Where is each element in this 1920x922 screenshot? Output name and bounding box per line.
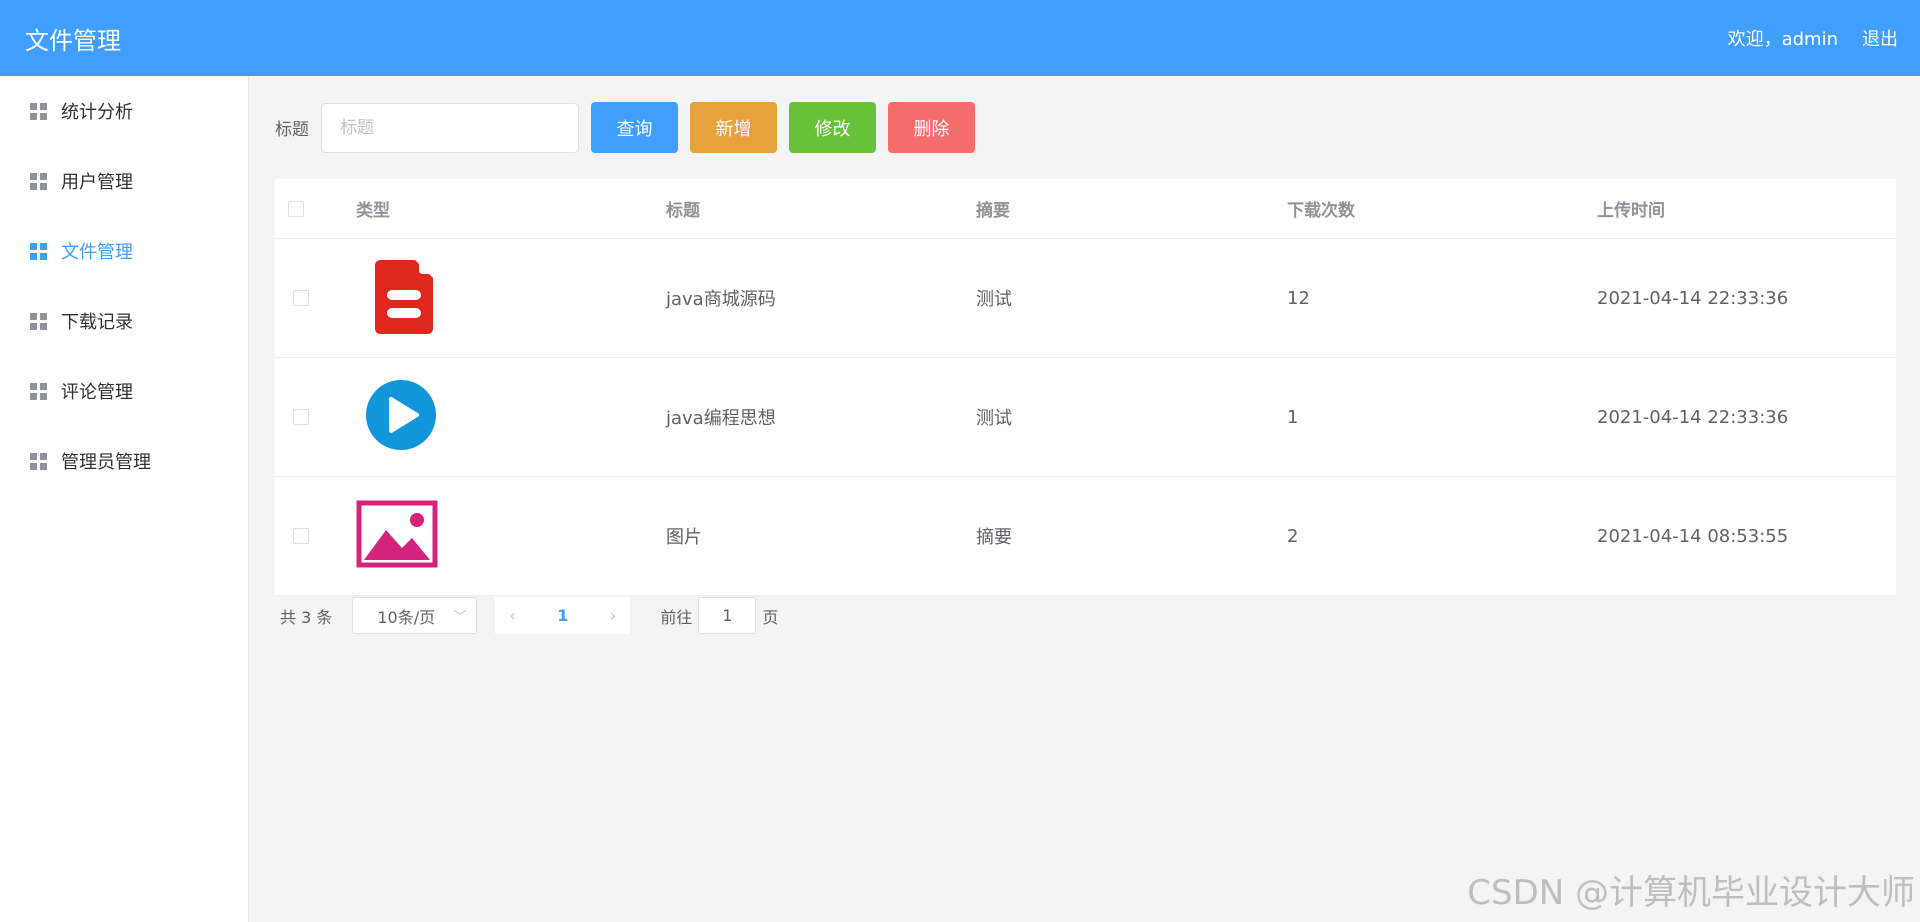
column-header-upload-time: 上传时间 (1597, 201, 1665, 221)
row-checkbox[interactable] (293, 409, 309, 425)
delete-button[interactable]: 删除 (888, 102, 975, 153)
header-title: 文件管理 (25, 26, 121, 55)
video-play-icon (366, 379, 436, 450)
grid-icon (30, 102, 47, 120)
edit-button[interactable]: 修改 (789, 102, 876, 153)
header-user-area: 欢迎，admin 退出 (1728, 25, 1898, 51)
sidebar-item-label: 评论管理 (61, 382, 133, 403)
sidebar: 统计分析 用户管理 文件管理 下载记录 评论管理 管理员管理 (0, 76, 249, 922)
goto-page-input[interactable] (698, 597, 757, 634)
row-checkbox[interactable] (293, 290, 309, 306)
grid-icon (30, 312, 47, 330)
column-header-type: 类型 (356, 201, 390, 221)
title-filter-label: 标题 (275, 120, 309, 140)
current-page-number[interactable]: 1 (557, 606, 568, 625)
grid-icon (30, 242, 47, 260)
table-row[interactable]: java编程思想 测试 1 2021-04-14 22:33:36 (275, 358, 1896, 477)
title-search-input[interactable] (321, 102, 579, 153)
row-summary: 测试 (976, 289, 1012, 310)
prev-page-icon[interactable]: ‹ (509, 606, 515, 625)
column-header-title: 标题 (666, 201, 700, 221)
sidebar-item-label: 下载记录 (61, 312, 133, 333)
page-size-select[interactable]: 10条/页 ﹀ (352, 597, 478, 634)
row-downloads: 2 (1287, 525, 1299, 547)
next-page-icon[interactable]: › (610, 606, 616, 625)
page-unit-label: 页 (762, 607, 779, 627)
sidebar-item-stats[interactable]: 统计分析 (0, 76, 248, 146)
add-button[interactable]: 新增 (690, 102, 777, 153)
table-row[interactable]: 图片 摘要 2 2021-04-14 08:53:55 (275, 477, 1896, 596)
main-content: 标题 查询 新增 修改 删除 类型 标题 摘要 下载次数 上传时间 (250, 76, 1920, 922)
row-title: java商城源码 (666, 289, 776, 310)
row-upload-time: 2021-04-14 22:33:36 (1597, 287, 1789, 309)
sidebar-item-label: 统计分析 (61, 102, 133, 123)
row-upload-time: 2021-04-14 08:53:55 (1597, 525, 1789, 547)
query-button[interactable]: 查询 (591, 102, 678, 153)
page-size-value: 10条/页 (377, 607, 436, 627)
image-file-icon (356, 500, 438, 567)
grid-icon (30, 172, 47, 190)
logout-link[interactable]: 退出 (1862, 25, 1898, 51)
top-header: 文件管理 欢迎，admin 退出 (0, 0, 1920, 76)
sidebar-item-label: 用户管理 (61, 172, 133, 193)
select-all-checkbox[interactable] (288, 200, 304, 217)
total-count: 共 3 条 (280, 607, 333, 627)
row-summary: 摘要 (976, 527, 1012, 548)
chevron-down-icon: ﹀ (453, 610, 467, 625)
sidebar-item-label: 管理员管理 (61, 452, 151, 473)
sidebar-item-files[interactable]: 文件管理 (0, 216, 248, 286)
grid-icon (30, 452, 47, 470)
table-row[interactable]: java商城源码 测试 12 2021-04-14 22:33:36 (275, 239, 1896, 358)
pagination: 共 3 条 10条/页 ﹀ ‹ 1 › 前往 页 (275, 597, 778, 634)
row-title: java编程思想 (666, 408, 776, 429)
table-header: 类型 标题 摘要 下载次数 上传时间 (275, 179, 1896, 239)
search-toolbar: 标题 查询 新增 修改 删除 (275, 102, 975, 153)
row-upload-time: 2021-04-14 22:33:36 (1597, 406, 1789, 428)
sidebar-item-label: 文件管理 (61, 242, 133, 263)
column-header-downloads: 下载次数 (1287, 201, 1355, 221)
row-summary: 测试 (976, 408, 1012, 429)
watermark: CSDN @计算机毕业设计大师 (1467, 873, 1915, 913)
file-table: 类型 标题 摘要 下载次数 上传时间 java商城源码 测试 12 2021-0… (275, 179, 1896, 596)
sidebar-item-comments[interactable]: 评论管理 (0, 356, 248, 426)
grid-icon (30, 382, 47, 400)
row-downloads: 1 (1287, 406, 1299, 428)
row-title: 图片 (666, 527, 702, 548)
row-checkbox[interactable] (293, 528, 309, 544)
goto-label: 前往 (660, 607, 693, 627)
sidebar-item-admins[interactable]: 管理员管理 (0, 426, 248, 496)
welcome-text: 欢迎，admin (1727, 29, 1838, 50)
sidebar-item-users[interactable]: 用户管理 (0, 146, 248, 216)
sidebar-item-downloads[interactable]: 下载记录 (0, 286, 248, 356)
column-header-summary: 摘要 (976, 201, 1010, 221)
page-nav: ‹ 1 › (495, 597, 631, 634)
document-file-icon (375, 259, 433, 334)
row-downloads: 12 (1287, 287, 1310, 309)
